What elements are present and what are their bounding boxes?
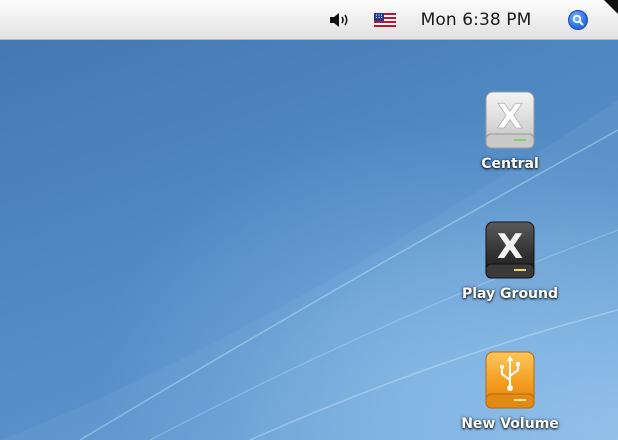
mac-os-x-drive-icon: X <box>485 221 535 279</box>
menu-bar: Mon 6:38 PM <box>0 0 618 40</box>
us-flag-icon <box>374 13 396 27</box>
desktop-icon-new-volume[interactable]: New Volume <box>445 350 575 432</box>
svg-text:X: X <box>497 227 523 267</box>
screen: Mon 6:38 PM X Central X Play Ground New … <box>0 0 618 440</box>
spotlight-icon <box>568 10 588 30</box>
desktop-icon-label: Play Ground <box>461 286 559 302</box>
spotlight-menu[interactable] <box>565 0 591 40</box>
mac-os-x-drive-icon: X <box>485 91 535 149</box>
desktop[interactable]: X Central X Play Ground New Volume <box>0 40 618 440</box>
screen-corner <box>604 0 618 14</box>
desktop-icon-label: Central <box>481 156 539 172</box>
volume-icon <box>330 13 348 27</box>
svg-text:X: X <box>497 97 523 137</box>
desktop-icon-play-ground[interactable]: X Play Ground <box>445 220 575 302</box>
desktop-icon-central[interactable]: X Central <box>445 90 575 172</box>
volume-menu[interactable] <box>326 0 352 40</box>
input-menu[interactable] <box>372 0 398 40</box>
usb-drive-icon <box>485 351 535 409</box>
desktop-icon-label: New Volume <box>461 416 559 432</box>
menu-bar-clock[interactable]: Mon 6:38 PM <box>412 0 540 40</box>
